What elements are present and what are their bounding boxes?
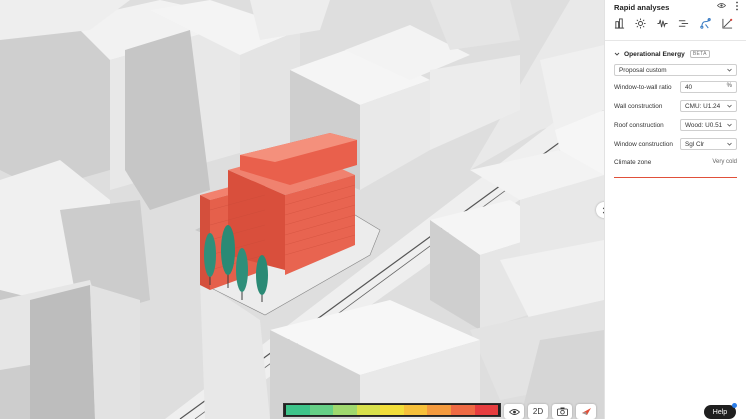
scenario-select[interactable]: Proposal custom <box>614 64 737 76</box>
visibility-toggle[interactable] <box>504 404 524 419</box>
compass-icon <box>581 408 591 415</box>
legend-segment <box>403 405 428 415</box>
legend-segment <box>356 405 381 415</box>
chevron-down-icon <box>614 52 620 56</box>
view-2d-label: 2D <box>532 407 544 416</box>
wall-construction-label: Wall construction <box>614 103 663 110</box>
chevron-down-icon <box>727 142 732 146</box>
wwr-unit: % <box>726 83 732 89</box>
chevron-down-icon <box>727 104 732 108</box>
roof-construction-value: Wood: U0.51 <box>685 121 723 129</box>
city-scene <box>0 0 604 419</box>
window-construction-label: Window construction <box>614 141 673 148</box>
legend-segment <box>450 405 475 415</box>
panel-title: Rapid analyses <box>614 2 670 12</box>
legend-segment <box>380 405 404 415</box>
compass-button[interactable] <box>576 404 596 419</box>
operational-energy-tool[interactable] <box>699 17 711 29</box>
legend-segment <box>333 405 357 415</box>
help-button[interactable]: Help <box>704 405 736 419</box>
building-stats-icon <box>614 17 624 29</box>
legend-segment <box>286 405 310 415</box>
view-2d-button[interactable]: 2D <box>528 404 548 419</box>
wall-construction-value: CMU: U1.24 <box>685 102 721 110</box>
window-construction-select[interactable]: Sgl Clr <box>680 138 737 150</box>
roof-construction-select[interactable]: Wood: U0.51 <box>680 119 737 131</box>
roof-construction-label: Roof construction <box>614 122 664 129</box>
flow-icon <box>678 19 688 27</box>
wwr-input[interactable]: 40 % <box>680 81 737 93</box>
scenario-value: Proposal custom <box>619 66 667 74</box>
wind-tool[interactable] <box>656 17 668 29</box>
energy-legend-bar <box>283 403 501 417</box>
sun-tool[interactable] <box>634 17 646 29</box>
area-tool[interactable] <box>721 17 733 29</box>
chevron-down-icon <box>727 123 732 127</box>
eye-icon[interactable] <box>717 2 726 9</box>
section-header[interactable]: Operational Energy BETA <box>605 48 746 60</box>
panel-header: Rapid analyses <box>605 0 746 14</box>
window-construction-value: Sgl Clr <box>685 140 705 148</box>
camera-icon <box>556 407 568 416</box>
climate-zone-label: Climate zone <box>614 159 652 166</box>
climate-zone-value: Very cold <box>712 159 737 165</box>
wwr-label: Window-to-wall ratio <box>614 84 672 91</box>
wall-construction-select[interactable]: CMU: U1.24 <box>680 100 737 112</box>
building-stats-tool[interactable] <box>613 17 625 29</box>
sun-icon <box>634 17 646 29</box>
rapid-analyses-panel: Rapid analyses Operational Energy BETA P… <box>604 0 746 419</box>
section-title: Operational Energy <box>624 50 685 58</box>
toolbar-divider <box>605 40 746 41</box>
more-options-icon[interactable] <box>735 1 739 11</box>
legend-segment <box>474 405 499 415</box>
map-3d-viewport[interactable] <box>0 0 604 419</box>
result-rule <box>614 177 737 178</box>
area-icon <box>721 18 732 29</box>
flow-tool[interactable] <box>677 17 689 29</box>
operational-energy-section: Operational Energy BETA <box>605 48 746 60</box>
notification-dot <box>732 403 737 408</box>
legend-segment <box>427 405 451 415</box>
screenshot-button[interactable] <box>552 404 572 419</box>
chevron-down-icon <box>727 68 732 72</box>
beta-badge: BETA <box>689 50 710 58</box>
energy-icon <box>699 17 711 29</box>
wind-icon <box>656 19 668 28</box>
eye-icon <box>508 408 520 415</box>
analysis-toolbar <box>605 17 746 31</box>
legend-segment <box>309 405 334 415</box>
wwr-value: 40 <box>685 83 693 91</box>
